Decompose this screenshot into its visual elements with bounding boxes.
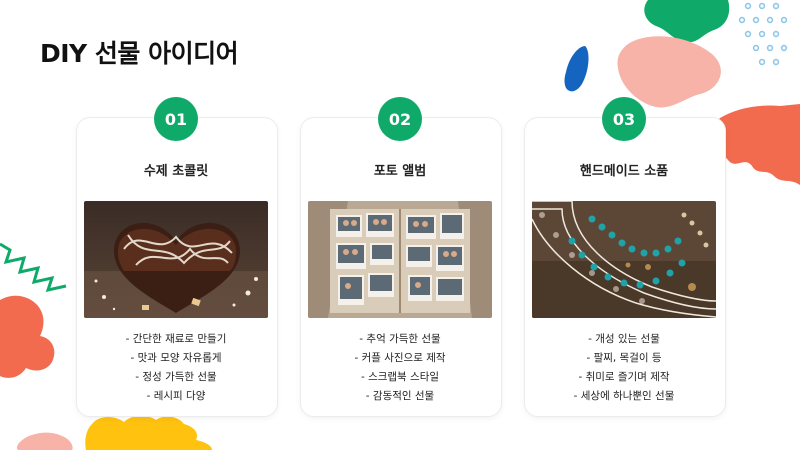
page-title: DIY 선물 아이디어	[40, 39, 239, 68]
pink-blob-shape	[617, 36, 721, 108]
heart-chocolate-cake-photo	[84, 201, 268, 318]
card-title: 핸드메이드 소품	[579, 164, 669, 179]
list-item: - 팔찌, 목걸이 등	[586, 352, 662, 364]
list-item: - 정성 가득한 선물	[135, 371, 217, 383]
number-badge: 03	[602, 97, 646, 141]
orange-blob-left-shape	[0, 295, 55, 378]
list-item: - 커플 사진으로 제작	[354, 352, 446, 364]
number-badge: 02	[378, 97, 422, 141]
list-item: - 스크랩북 스타일	[360, 371, 440, 383]
feature-list: - 간단한 재료로 만들기 - 맛과 모양 자유롭게 - 정성 가득한 선물 -…	[76, 330, 276, 406]
list-item: - 맛과 모양 자유롭게	[130, 352, 222, 364]
list-item: - 감동적인 선물	[365, 390, 435, 402]
slide: DIY 선물 아이디어 01 수제 초콜릿 - 간단한 재료로 만들기 - 맛과…	[0, 0, 800, 450]
list-item: - 간단한 재료로 만들기	[125, 333, 227, 345]
zigzag-shape	[0, 242, 67, 293]
dot-pattern-shape	[738, 2, 788, 66]
green-blob-shape	[644, 0, 730, 43]
list-item: - 개성 있는 선물	[588, 333, 660, 345]
number-badge: 01	[154, 97, 198, 141]
blue-leaf-shape	[564, 46, 589, 92]
list-item: - 취미로 즐기며 제작	[578, 371, 670, 383]
beaded-necklace-lace-photo	[532, 201, 716, 318]
list-item: - 세상에 하나뿐인 선물	[573, 390, 675, 402]
list-item: - 추억 가득한 선물	[359, 333, 441, 345]
couple-photo-album-photo	[308, 201, 492, 318]
pink-blob-bottom-shape	[16, 432, 73, 450]
list-item: - 레시피 다양	[146, 390, 206, 402]
card-title: 수제 초콜릿	[143, 164, 209, 179]
feature-list: - 추억 가득한 선물 - 커플 사진으로 제작 - 스크랩북 스타일 - 감동…	[300, 330, 500, 406]
card-title: 포토 앨범	[373, 164, 427, 179]
yellow-blob-shape	[85, 415, 212, 450]
feature-list: - 개성 있는 선물 - 팔찌, 목걸이 등 - 취미로 즐기며 제작 - 세상…	[524, 330, 724, 406]
